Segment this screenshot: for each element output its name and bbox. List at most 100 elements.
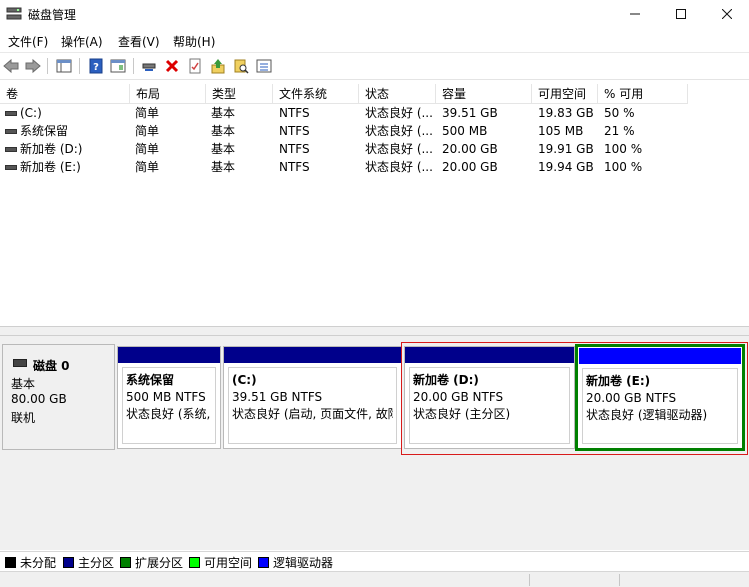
help-button[interactable]: ? <box>87 57 105 75</box>
pane-splitter[interactable] <box>0 326 749 336</box>
volume-icon <box>5 165 17 170</box>
cell-percent-free: 100 % <box>604 142 643 156</box>
partition-status: 状态良好 (系统, 活 <box>126 407 212 421</box>
cell-status: 状态良好 (... <box>365 106 433 120</box>
list-view-button[interactable] <box>255 57 273 75</box>
cell-volume: (C:) <box>20 106 42 120</box>
partition-details: 系统保留 500 MB NTFS 状态良好 (系统, 活 <box>122 367 216 444</box>
minimize-button[interactable] <box>612 0 658 28</box>
column-header-capacity[interactable]: 容量 <box>436 84 532 104</box>
table-row[interactable]: (C:) 简单 基本 NTFS 状态良好 (... 39.51 GB 19.83… <box>0 104 749 122</box>
help-topics-icon <box>110 59 126 73</box>
menu-view[interactable]: 查看(V) <box>118 33 160 50</box>
cell-percent-free: 50 % <box>604 106 635 120</box>
volume-list-table: 卷 布局 类型 文件系统 状态 容量 可用空间 % 可用 (C:) 简单 基本 … <box>0 84 749 326</box>
forward-button[interactable] <box>24 57 42 75</box>
cell-volume: 新加卷 (E:) <box>20 160 81 174</box>
partition-d[interactable]: 新加卷 (D:) 20.00 GB NTFS 状态良好 (主分区) <box>404 346 575 449</box>
legend-label: 未分配 <box>20 555 57 570</box>
legend-item: 可用空间 <box>189 555 253 570</box>
legend-swatch <box>120 556 131 568</box>
search-button[interactable] <box>232 57 250 75</box>
partition-name: 新加卷 (E:) <box>586 374 651 388</box>
cell-capacity: 500 MB <box>442 124 488 138</box>
upload-button[interactable] <box>209 57 227 75</box>
cell-type: 基本 <box>211 160 236 174</box>
cell-capacity: 20.00 GB <box>442 160 498 174</box>
cell-type: 基本 <box>211 142 236 156</box>
help-topics-button[interactable] <box>109 57 127 75</box>
cell-filesystem: NTFS <box>279 160 310 174</box>
cell-percent-free: 100 % <box>604 160 643 174</box>
column-header-status[interactable]: 状态 <box>359 84 436 104</box>
partition-details: 新加卷 (D:) 20.00 GB NTFS 状态良好 (主分区) <box>409 367 570 444</box>
maximize-button[interactable] <box>658 0 704 28</box>
partition-e-extended[interactable]: 新加卷 (E:) 20.00 GB NTFS 状态良好 (逻辑驱动器) <box>575 344 745 451</box>
volume-icon <box>5 147 17 152</box>
cell-free-space: 105 MB <box>538 124 584 138</box>
table-row[interactable]: 新加卷 (D:) 简单 基本 NTFS 状态良好 (... 20.00 GB 1… <box>0 140 749 158</box>
disk-size: 80.00 GB <box>11 392 67 406</box>
cell-status: 状态良好 (... <box>365 160 433 174</box>
legend-swatch <box>63 556 74 568</box>
legend-label: 逻辑驱动器 <box>273 555 334 570</box>
column-header-type[interactable]: 类型 <box>206 84 273 104</box>
connect-disk-icon <box>142 63 156 71</box>
properties-check-icon <box>189 58 201 74</box>
primary-partition-bar <box>405 347 574 363</box>
connect-disk-button[interactable] <box>140 57 158 75</box>
console-tree-icon <box>56 59 72 73</box>
partition-size: 20.00 GB NTFS <box>586 391 677 405</box>
legend-swatch <box>5 556 16 568</box>
legend-bar: 未分配 主分区 扩展分区 可用空间 逻辑驱动器 <box>0 551 749 571</box>
partition-details: 新加卷 (E:) 20.00 GB NTFS 状态良好 (逻辑驱动器) <box>582 368 738 444</box>
title-bar: 磁盘管理 <box>0 0 749 28</box>
legend-label: 扩展分区 <box>135 555 184 570</box>
partition-name: (C:) <box>232 373 257 387</box>
status-separator <box>619 574 620 586</box>
table-row[interactable]: 新加卷 (E:) 简单 基本 NTFS 状态良好 (... 20.00 GB 1… <box>0 158 749 176</box>
cell-volume: 系统保留 <box>20 124 69 138</box>
legend-item: 扩展分区 <box>120 555 184 570</box>
column-header-filesystem[interactable]: 文件系统 <box>273 84 359 104</box>
volume-icon <box>5 111 17 116</box>
partition-details: (C:) 39.51 GB NTFS 状态良好 (启动, 页面文件, 故障 <box>228 367 397 444</box>
partition-name: 新加卷 (D:) <box>413 373 479 387</box>
close-button[interactable] <box>704 0 749 28</box>
legend-label: 可用空间 <box>204 555 253 570</box>
cell-filesystem: NTFS <box>279 124 310 138</box>
toolbar-separator <box>133 58 134 74</box>
status-separator <box>529 574 530 586</box>
maximize-icon <box>676 9 686 19</box>
cell-volume: 新加卷 (D:) <box>20 142 83 156</box>
column-header-volume[interactable]: 卷 <box>0 84 130 104</box>
column-header-free-space[interactable]: 可用空间 <box>532 84 598 104</box>
minimize-icon <box>630 13 640 15</box>
column-header-percent-free[interactable]: % 可用 <box>598 84 688 104</box>
close-icon <box>722 9 732 19</box>
properties-button[interactable] <box>186 57 204 75</box>
table-row[interactable]: 系统保留 简单 基本 NTFS 状态良好 (... 500 MB 105 MB … <box>0 122 749 140</box>
partition-status: 状态良好 (逻辑驱动器) <box>586 408 708 422</box>
menu-file[interactable]: 文件(F) <box>8 33 48 50</box>
forward-arrow-icon <box>25 58 41 74</box>
upload-icon <box>211 59 225 74</box>
menu-help[interactable]: 帮助(H) <box>173 33 215 50</box>
disk-type: 基本 <box>11 377 36 391</box>
primary-partition-bar <box>118 347 220 363</box>
disk-icon <box>13 359 27 367</box>
cell-type: 基本 <box>211 124 236 138</box>
show-hide-console-tree-button[interactable] <box>55 57 73 75</box>
cell-free-space: 19.94 GB <box>538 160 594 174</box>
legend-item: 未分配 <box>5 555 57 570</box>
partition-c[interactable]: (C:) 39.51 GB NTFS 状态良好 (启动, 页面文件, 故障 <box>223 346 402 449</box>
menu-action[interactable]: 操作(A) <box>61 33 103 50</box>
legend-swatch <box>258 556 269 568</box>
delete-button[interactable] <box>163 57 181 75</box>
column-header-layout[interactable]: 布局 <box>130 84 206 104</box>
back-button[interactable] <box>2 57 20 75</box>
cell-layout: 简单 <box>135 160 160 174</box>
disk-info-panel[interactable]: 磁盘 0 基本 80.00 GB 联机 <box>2 344 115 450</box>
partition-system-reserved[interactable]: 系统保留 500 MB NTFS 状态良好 (系统, 活 <box>117 346 221 449</box>
disk-graphical-view: 磁盘 0 基本 80.00 GB 联机 系统保留 500 MB NTFS 状态良… <box>0 336 749 550</box>
